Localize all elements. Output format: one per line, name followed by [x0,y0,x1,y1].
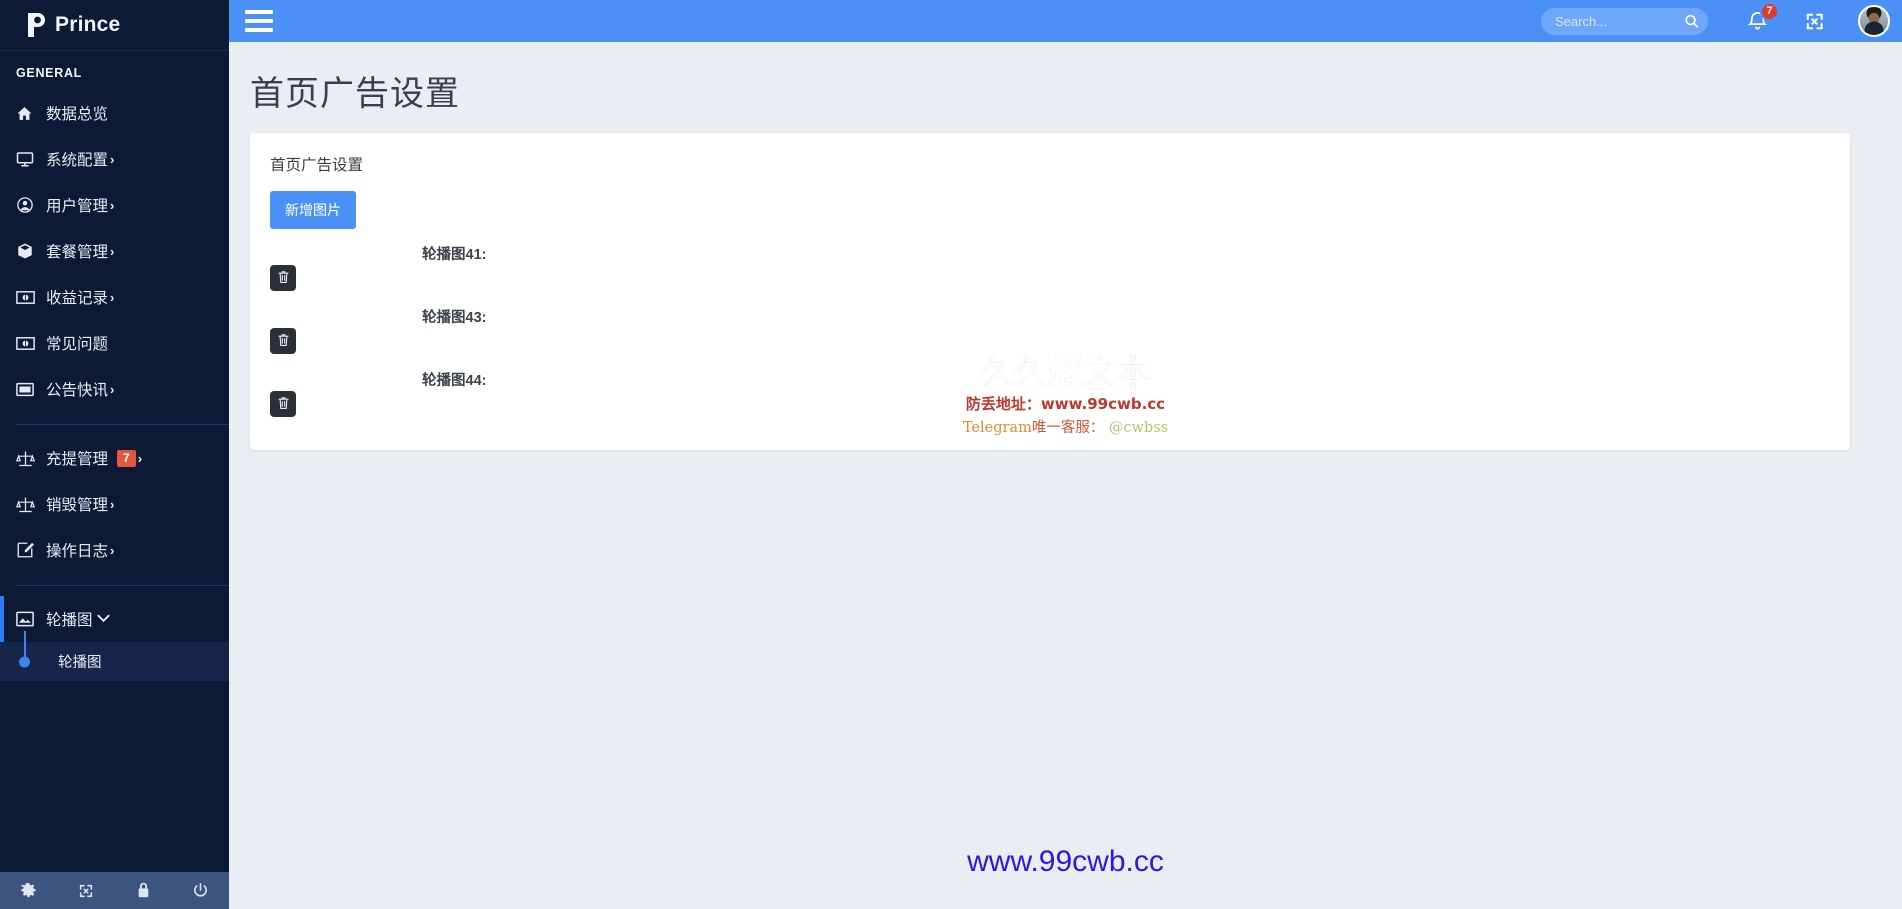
brand[interactable]: Prince [0,0,229,51]
avatar[interactable] [1858,5,1890,37]
page-title: 首页广告设置 [250,75,460,113]
delete-slide-button[interactable] [270,265,296,291]
scales-icon [16,496,46,513]
chevron-right-icon: › [110,381,115,397]
sidebar-item-operation-log[interactable]: 操作日志 › [0,527,229,573]
sidebar-section-title: GENERAL [16,66,83,80]
p-logo-icon [23,11,49,39]
hamburger-icon[interactable] [245,10,273,32]
slide-row: 轮播图41: [250,235,1850,298]
chevron-right-icon: › [110,197,115,213]
submenu-dot-icon [19,656,30,667]
monitor-icon [16,150,46,168]
window-icon [16,382,46,397]
sidebar-item-recharge-withdraw[interactable]: 充提管理 7 › [0,435,229,481]
chevron-right-icon: › [110,542,115,558]
main-content: 首页广告设置 首页广告设置 新增图片 轮播图41: 轮播图43: 轮播图44: … [229,42,1902,909]
sidebar-item-carousel[interactable]: 轮播图 [0,596,229,642]
sidebar-item-faq[interactable]: 常见问题 [0,320,229,366]
sidebar: Prince GENERAL 数据总览 系统配置 › 用户管理 › 套餐管理 ›… [0,0,229,909]
slide-list: 轮播图41: 轮播图43: 轮播图44: [250,235,1850,424]
slide-row: 轮播图43: [250,298,1850,361]
expand-arrows-icon[interactable] [1805,12,1824,31]
sidebar-subitem-label: 轮播图 [58,655,102,671]
app-root: Prince GENERAL 数据总览 系统配置 › 用户管理 › 套餐管理 ›… [0,0,1902,909]
footer-url: www.99cwb.cc [967,845,1164,878]
chevron-right-icon: › [137,450,143,466]
topbar-actions: 7 [1541,1,1902,37]
delete-slide-button[interactable] [270,328,296,354]
card-heading: 首页广告设置 [270,157,364,174]
sidebar-item-label: 套餐管理 [46,244,109,261]
search-icon[interactable] [1684,14,1699,29]
chevron-right-icon: › [110,289,115,305]
image-icon [16,611,46,627]
money-icon [16,336,46,351]
notifications-button[interactable]: 7 [1748,1,1779,32]
sidebar-item-user-management[interactable]: 用户管理 › [0,182,229,228]
slide-label: 轮播图44: [422,373,487,389]
edit-icon [16,541,46,559]
slide-label: 轮播图43: [422,310,487,326]
sidebar-item-dashboard[interactable]: 数据总览 [0,90,229,136]
sidebar-item-label: 公告快讯 [46,382,109,399]
chevron-right-icon: › [110,151,115,167]
expand-icon[interactable] [69,878,103,904]
sidebar-item-destroy-management[interactable]: 销毁管理 › [0,481,229,527]
brand-name: Prince [55,13,121,36]
sidebar-item-announcements[interactable]: 公告快讯 › [0,366,229,412]
avatar-image [1860,7,1888,35]
sidebar-subitem-carousel[interactable]: 轮播图 [0,631,229,681]
sidebar-item-label: 销毁管理 [46,497,109,514]
sidebar-divider [16,424,229,425]
sidebar-item-label: 常见问题 [46,336,109,353]
status-badge: 7 [117,449,136,467]
topbar: 7 [229,0,1902,42]
search-input[interactable] [1541,7,1708,35]
lock-icon[interactable] [126,878,160,904]
add-image-button[interactable]: 新增图片 [270,191,356,229]
trash-icon [277,333,290,350]
scales-icon [16,450,46,467]
money-icon [16,290,46,305]
trash-icon [277,396,290,413]
power-icon[interactable] [183,878,217,904]
user-circle-icon [16,196,46,214]
ad-settings-card: 首页广告设置 新增图片 轮播图41: 轮播图43: 轮播图44: [250,133,1850,450]
box-icon [16,242,46,260]
sidebar-item-label: 充提管理 [46,451,109,468]
sidebar-item-revenue-records[interactable]: 收益记录 › [0,274,229,320]
sidebar-item-label: 数据总览 [46,106,109,123]
delete-slide-button[interactable] [270,391,296,417]
gear-icon[interactable] [12,878,46,904]
sidebar-footer-toolbar [0,871,229,909]
slide-row: 轮播图44: [250,361,1850,424]
sidebar-nav: 数据总览 系统配置 › 用户管理 › 套餐管理 › 收益记录 › 常见问题 公告… [0,90,229,681]
sidebar-item-label: 收益记录 [46,290,109,307]
sidebar-item-label: 轮播图 [46,612,93,629]
home-icon [16,105,46,122]
sidebar-divider [16,585,229,586]
chevron-right-icon: › [110,496,115,512]
sidebar-item-label: 操作日志 [46,543,109,560]
trash-icon [277,270,290,287]
notification-count-badge: 7 [1760,1,1779,21]
sidebar-item-package-management[interactable]: 套餐管理 › [0,228,229,274]
search-box [1541,7,1708,35]
chevron-right-icon: › [110,243,115,259]
sidebar-item-label: 系统配置 [46,152,109,169]
sidebar-submenu-carousel: 轮播图 [0,631,229,681]
sidebar-item-system-config[interactable]: 系统配置 › [0,136,229,182]
sidebar-item-label: 用户管理 [46,198,109,215]
chevron-down-icon [96,612,110,626]
slide-label: 轮播图41: [422,247,487,263]
